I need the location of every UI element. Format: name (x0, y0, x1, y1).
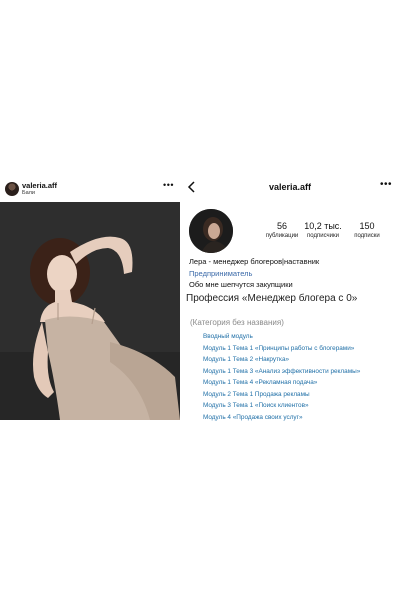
stat-value: 10,2 тыс. (304, 221, 342, 231)
module-link[interactable]: Модуль 1 Тема 4 «Рекламная подача» (203, 377, 360, 389)
instagram-post: valeria.aff Бали ••• (0, 178, 180, 420)
stat-following[interactable]: 150 подписки (343, 221, 391, 239)
stat-value: 150 (359, 221, 375, 231)
course-category: (Категория без названия) (190, 318, 284, 327)
bio-name: Лера - менеджер блогеров|наставник (189, 257, 320, 266)
module-list: Вводный модуль Модуль 1 Тема 1 «Принципы… (203, 331, 360, 423)
post-username[interactable]: valeria.aff (22, 181, 57, 190)
module-link[interactable]: Модуль 4 «Продажа своих услуг» (203, 412, 360, 424)
more-horizontal-icon[interactable]: ••• (163, 180, 174, 190)
stat-followers[interactable]: 10,2 тыс. подписчики (299, 221, 347, 239)
profile-username: valeria.aff (268, 182, 312, 192)
module-link[interactable]: Модуль 1 Тема 3 «Анализ эффективности ре… (203, 366, 360, 378)
course-title: Профессия «Менеджер блогера с 0» (186, 293, 358, 304)
bio-text: Обо мне шепчутся закупщики (189, 280, 293, 289)
more-horizontal-icon[interactable]: ••• (380, 179, 392, 190)
profile-avatar[interactable] (189, 209, 233, 253)
module-link[interactable]: Модуль 1 Тема 2 «Накрутка» (203, 354, 360, 366)
woman-photo-illustration (0, 202, 180, 420)
stat-label: подписки (354, 233, 380, 239)
bio-category[interactable]: Предприниматель (189, 269, 252, 278)
module-link[interactable]: Модуль 2 Тема 1 Продажа рекламы (203, 389, 360, 401)
module-link[interactable]: Модуль 3 Тема 1 «Поиск клиентов» (203, 400, 360, 412)
stat-label: подписчики (307, 233, 339, 239)
avatar-illustration (189, 209, 233, 253)
module-link[interactable]: Модуль 1 Тема 1 «Принципы работы с блоге… (203, 343, 360, 355)
avatar[interactable] (5, 182, 19, 196)
module-link[interactable]: Вводный модуль (203, 331, 360, 343)
post-photo[interactable] (0, 202, 180, 420)
post-header: valeria.aff Бали ••• (0, 178, 180, 200)
post-location[interactable]: Бали (22, 190, 35, 196)
